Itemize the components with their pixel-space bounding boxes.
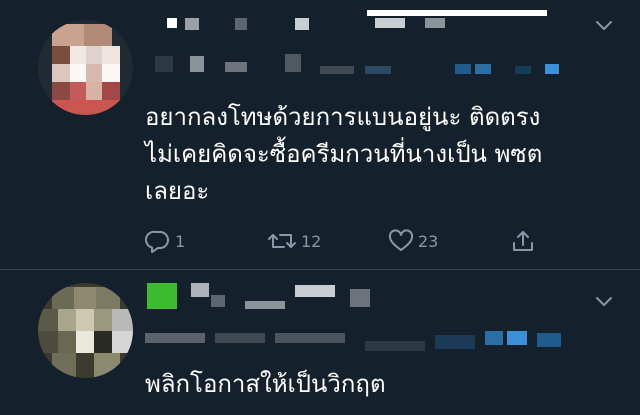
user-name-blurred[interactable] [145,10,575,84]
blur-block [155,56,173,72]
avatar-pixel [52,46,70,64]
avatar-pixel [102,82,120,100]
blur-block [475,64,491,74]
blur-block [545,64,559,74]
retweet-count: 12 [301,231,322,251]
blur-block [211,295,225,307]
avatar-pixel [70,64,86,82]
avatar-pixel [70,82,86,100]
blur-block [145,333,205,343]
like-button[interactable]: 23 [388,226,438,256]
blur-block [167,18,177,28]
tweet[interactable]: พลิกโอกาสให้เป็นวิกฤต [0,271,640,415]
blur-block [365,66,391,74]
avatar-pixel [52,82,70,100]
avatar-pixel [38,331,58,353]
blur-block [507,331,527,345]
tweet-actions: 1 12 23 [145,226,545,256]
avatar-pixel [38,309,58,331]
blur-block [365,341,425,351]
blur-block [455,64,471,74]
blur-block [537,333,561,347]
avatar-pixel [86,46,102,64]
blur-block [235,18,247,30]
tweet-text-line: พลิกโอกาสให้เป็นวิกฤต [145,370,386,398]
avatar-pixel [102,64,120,82]
avatar-pixel [52,24,84,46]
retweet-icon [267,229,297,253]
avatar-pixel [102,46,120,64]
avatar-pixel [94,309,112,331]
avatar-pixel [52,100,120,115]
blur-block [485,331,503,345]
blur-block [190,56,204,72]
avatar-pixel [74,287,96,309]
tweet-text-line: อยากลงโทษด้วยการแบนอยู่นะ ติดตรง [145,103,541,131]
chevron-down-icon[interactable] [594,291,614,311]
blur-block [435,335,475,349]
blur-block [375,18,405,28]
avatar-pixel [52,287,74,309]
avatar-pixel [112,331,133,353]
blur-block [350,289,370,307]
tweet-text-line: ไม่เคยคิดจะซื้อครีมกวนที่นางเป็น พซต [145,140,543,168]
avatar-pixel [70,46,86,64]
avatar-pixel [52,353,76,378]
blur-block [185,18,199,30]
blur-block [147,283,177,309]
retweet-button[interactable]: 12 [267,226,321,256]
tweet[interactable]: อยากลงโทษด้วยการแบนอยู่นะ ติดตรง ไม่เคยค… [0,0,640,270]
avatar-pixel [96,287,120,309]
avatar-pixel [52,64,70,82]
avatar-pixel [94,353,120,378]
tweet-divider [0,269,640,270]
avatar-pixel [76,331,94,353]
blur-block [245,301,285,309]
avatar-pixel [86,64,102,82]
avatar[interactable] [38,283,133,378]
avatar-pixel [76,353,94,378]
blur-block [215,333,265,343]
reply-count: 1 [175,231,186,251]
avatar-pixel [94,331,112,353]
blur-block [295,18,309,30]
like-count: 23 [418,231,439,251]
heart-icon [388,229,414,253]
avatar-pixel [58,331,76,353]
blur-block [191,283,209,297]
avatar-pixel [84,24,112,46]
avatar[interactable] [38,20,133,115]
blur-block [367,10,547,16]
blur-block [225,62,247,72]
reply-button[interactable]: 1 [145,226,185,256]
avatar-pixel [58,309,76,331]
blur-block [285,54,301,72]
avatar-pixel [76,309,94,331]
tweet-text: พลิกโอกาสให้เป็นวิกฤต [145,366,386,403]
reply-icon [145,229,171,253]
blur-block [515,66,531,74]
blur-block [425,18,445,28]
share-icon [510,229,536,253]
blur-block [295,285,335,297]
blur-block [320,66,354,74]
avatar-pixel [112,309,133,331]
avatar-pixel [86,82,102,100]
tweet-text-line: เลยอะ [145,177,210,205]
blur-block [275,333,345,343]
share-button[interactable] [510,226,536,256]
chevron-down-icon[interactable] [594,15,614,35]
user-name-blurred[interactable] [145,281,575,361]
tweet-text: อยากลงโทษด้วยการแบนอยู่นะ ติดตรง ไม่เคยค… [145,99,542,210]
